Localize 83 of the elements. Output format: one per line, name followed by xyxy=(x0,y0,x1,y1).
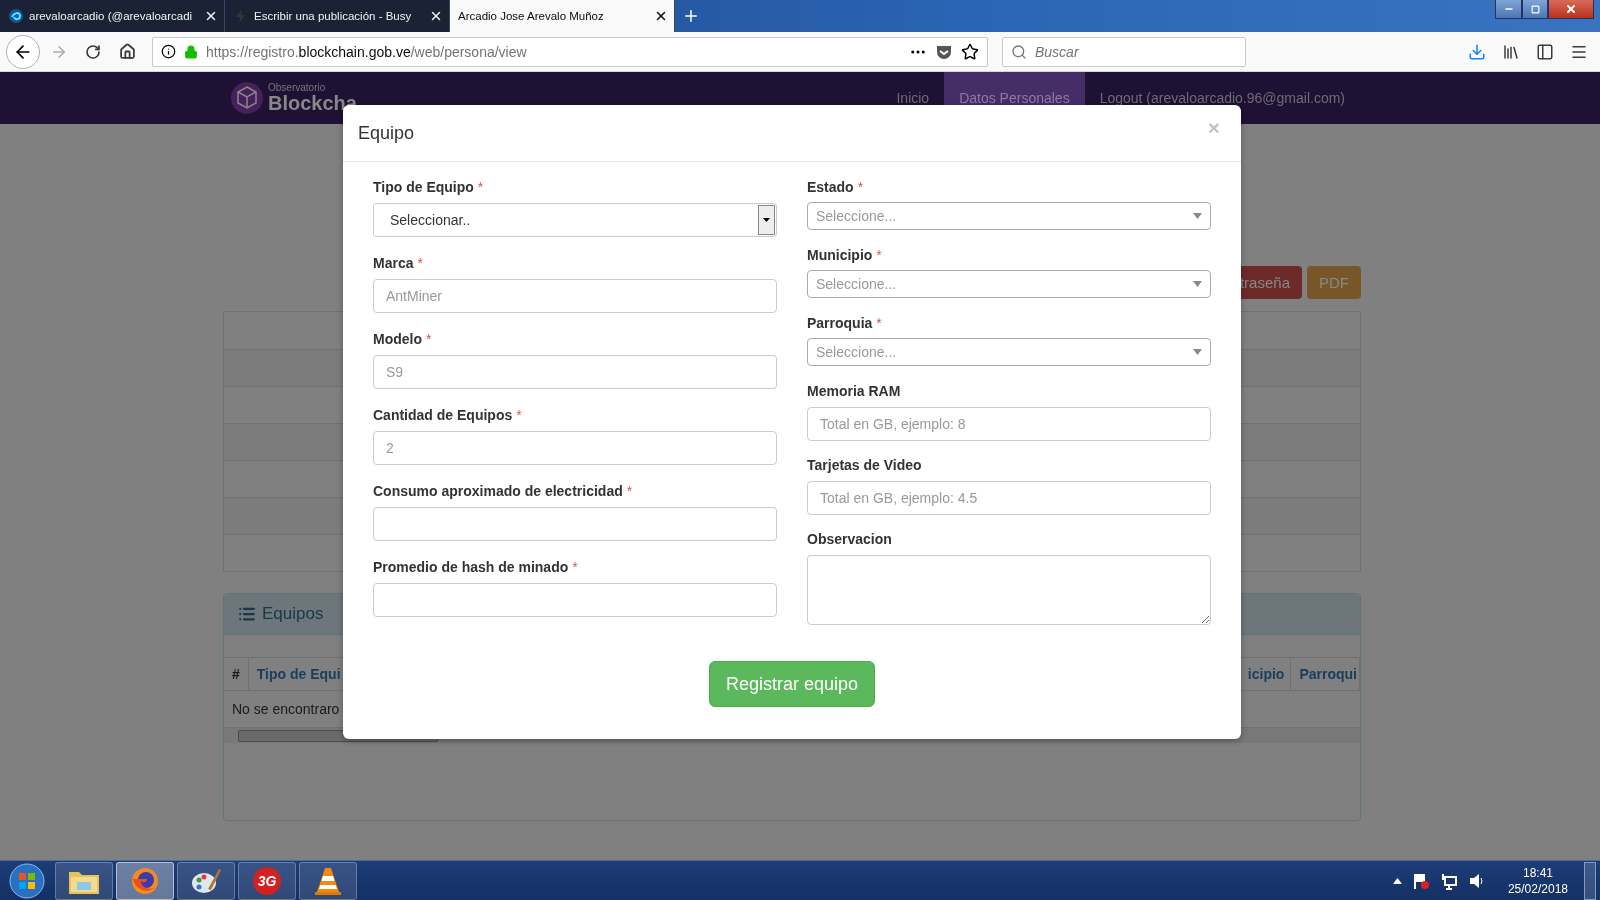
close-icon xyxy=(1565,3,1577,15)
required-mark: * xyxy=(857,179,864,195)
required-mark: * xyxy=(876,315,882,331)
list-icon xyxy=(238,605,256,623)
address-bar[interactable]: https://registro.blockchain.gob.ve/web/persona/view xyxy=(152,36,988,67)
empty-message: No se encontraro xyxy=(231,700,341,719)
field-label: Municipio xyxy=(807,247,873,263)
back-button[interactable] xyxy=(6,34,40,69)
maximize-icon xyxy=(1530,4,1540,14)
url-text: https://registro.blockchain.gob.ve/web/persona/view xyxy=(206,43,528,60)
field-label: Observacion xyxy=(807,531,892,547)
minimize-button[interactable] xyxy=(1495,0,1522,19)
required-mark: * xyxy=(626,483,633,499)
caret-icon xyxy=(1193,281,1202,287)
input-field[interactable]: Total en GB, ejemplo: 8 xyxy=(807,407,1211,441)
field-label: Tipo de Equipo xyxy=(373,179,474,195)
brand-caption: Observatorio xyxy=(268,83,327,93)
plus-icon xyxy=(682,7,700,25)
required-mark: * xyxy=(572,559,578,575)
input-field[interactable] xyxy=(373,507,777,541)
required-mark: * xyxy=(417,255,423,271)
cube-logo-icon xyxy=(230,81,264,115)
field-label: Memoria RAM xyxy=(807,383,901,399)
register-button[interactable]: Registrar equipo xyxy=(708,661,876,707)
star-icon[interactable] xyxy=(961,42,979,61)
field-label: Tarjetas de Video xyxy=(807,457,922,473)
info-icon xyxy=(161,44,176,59)
clock[interactable]: 18:41 25/02/2018 xyxy=(1507,864,1568,897)
input-field[interactable]: S9 xyxy=(373,355,777,389)
download-icon xyxy=(1468,42,1486,61)
folder-icon[interactable] xyxy=(55,861,113,900)
browser-tab[interactable]: arevaloarcadio (@arevaloarcadi xyxy=(0,0,225,32)
tray-arrow-icon[interactable] xyxy=(1392,877,1402,884)
close-icon xyxy=(429,9,443,23)
search-field[interactable]: Buscar xyxy=(1002,36,1246,67)
speaker-icon[interactable] xyxy=(1467,871,1486,890)
close-icon xyxy=(204,9,218,23)
select-field[interactable]: Seleccionar.. xyxy=(373,203,777,237)
select-field[interactable]: Seleccione... xyxy=(807,202,1211,230)
input-field[interactable]: 2 xyxy=(373,431,777,465)
palette-icon[interactable] xyxy=(177,861,235,900)
field-label: Cantidad de Equipos xyxy=(373,407,513,423)
required-mark: * xyxy=(426,331,432,347)
action-button[interactable]: PDF xyxy=(1307,266,1361,299)
firefox-icon[interactable] xyxy=(116,861,174,900)
show-desktop-button[interactable] xyxy=(1584,861,1596,900)
panel-title: Equipos xyxy=(262,604,324,624)
required-mark: * xyxy=(516,407,522,423)
caret-icon xyxy=(1193,213,1202,219)
browser-tab[interactable]: Arcadio Jose Arevalo Muñoz xyxy=(450,0,675,32)
reload-icon xyxy=(85,43,101,60)
field-label: Modelo xyxy=(373,331,422,347)
field-label: Promedio de hash de minado xyxy=(373,559,569,575)
home-icon xyxy=(118,43,136,60)
caret-icon xyxy=(1193,349,1202,355)
close-button[interactable] xyxy=(1548,0,1594,19)
maximize-button[interactable] xyxy=(1522,0,1548,19)
input-field[interactable] xyxy=(373,583,777,617)
traffic-cone-icon[interactable] xyxy=(299,861,357,900)
search-icon xyxy=(1011,43,1027,60)
swirl-icon xyxy=(8,8,24,24)
select-field[interactable]: Seleccione... xyxy=(807,338,1211,366)
select-field[interactable]: Seleccione... xyxy=(807,270,1211,298)
field-label: Consumo aproximado de electricidad xyxy=(373,483,623,499)
browser-tab[interactable]: Escribir una publicación - Busy xyxy=(225,0,450,32)
flag-icon[interactable] xyxy=(1411,871,1430,890)
required-mark: * xyxy=(477,179,484,195)
close-icon xyxy=(654,9,668,23)
network-icon[interactable] xyxy=(1439,871,1458,890)
field-label: Marca xyxy=(373,255,414,271)
column-header: # xyxy=(224,658,249,690)
input-field[interactable]: Total en GB, ejemplo: 4.5 xyxy=(807,481,1211,515)
close-button[interactable]: × xyxy=(1201,115,1226,141)
input-field[interactable]: AntMiner xyxy=(373,279,777,313)
modal-title: Equipo xyxy=(358,122,415,144)
sidebar-icon xyxy=(1536,42,1554,61)
field-label: Parroquia xyxy=(807,315,873,331)
required-mark: * xyxy=(876,247,882,263)
library-icon xyxy=(1502,42,1520,61)
lock-icon xyxy=(184,44,198,59)
column-header: Parroqui xyxy=(1291,658,1360,690)
field-label: Estado xyxy=(807,179,854,195)
badge-icon[interactable]: 3G xyxy=(238,861,296,900)
